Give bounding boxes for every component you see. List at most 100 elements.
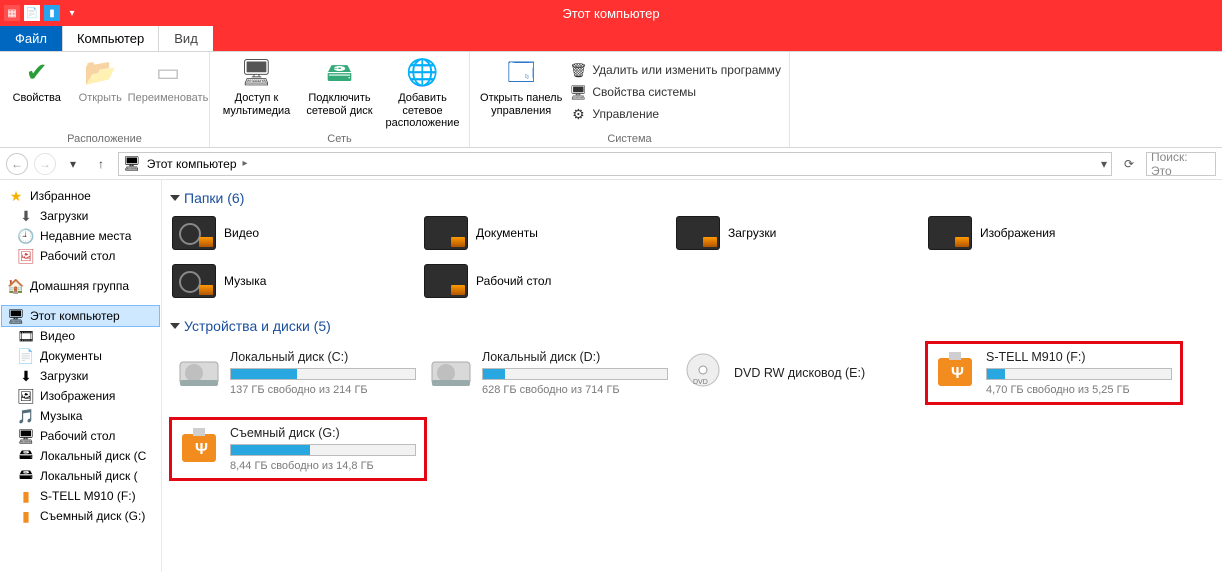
sidebar-removable-g[interactable]: ▮Съемный диск (G:) [2,506,159,526]
section-header-folders[interactable]: Папки (6) [172,190,1212,206]
control-panel-button[interactable]: 🗔 Открыть панель управления [478,56,564,117]
addnet-icon: 🌐 [406,56,440,90]
usage-bar [230,444,416,456]
drive-dvd-e[interactable]: DVD DVD RW дисковод (E:) [676,344,928,402]
pictures-icon: 🖼 [18,388,34,404]
sidebar-downloads2[interactable]: ⬇Загрузки [2,366,159,386]
navigation-bar: ← → ▾ ↑ 🖥 Этот компьютер ▸ ▾ ⟳ Поиск: Эт… [0,148,1222,180]
uninstall-button[interactable]: 🗑 Удалить или изменить программу [570,60,781,80]
collapse-icon [170,323,180,329]
add-network-location-button[interactable]: 🌐 Добавить сетевое расположение [384,56,461,130]
folder-downloads[interactable]: Загрузки [676,216,928,250]
clock-icon: 🕘 [18,228,34,244]
system-properties-button[interactable]: 🖥 Свойства системы [570,82,781,102]
sidebar-desktop[interactable]: 🖼Рабочий стол [2,246,159,266]
quick-access-toolbar: ▦ 📄 ▮ ▾ [0,5,80,21]
desktop-icon: 🖥 [18,428,34,444]
folder-video[interactable]: Видео [172,216,424,250]
thispc-icon: 🖥 [123,155,141,172]
folder-desktop[interactable]: Рабочий стол [424,264,676,298]
ribbon-tabs: Файл Компьютер Вид [0,26,1222,52]
sidebar-homegroup[interactable]: 🏠Домашняя группа [2,276,159,296]
desktop-icon: 🖼 [18,248,34,264]
breadcrumb[interactable]: Этот компьютер [147,157,237,171]
tab-computer[interactable]: Компьютер [62,25,159,51]
manage-button[interactable]: ⚙ Управление [570,104,781,124]
properties-icon: ✔ [20,56,54,90]
ribbon: ✔ Свойства 📂 Открыть ▭ Переименовать Рас… [0,52,1222,148]
qat-icon-1[interactable]: ▦ [4,5,20,21]
address-dropdown-icon[interactable]: ▾ [1101,157,1107,171]
section-header-drives[interactable]: Устройства и диски (5) [172,318,1212,334]
dvd-icon: DVD [682,350,724,390]
back-button[interactable]: ← [6,153,28,175]
properties-button[interactable]: ✔ Свойства [8,56,66,105]
hdd-icon: 🖴 [18,468,34,484]
drive-local-d[interactable]: Локальный диск (D:) 628 ГБ свободно из 7… [424,344,676,402]
download-icon: ⬇ [18,208,34,224]
sidebar-this-pc[interactable]: 🖥Этот компьютер [2,306,159,326]
search-input[interactable]: Поиск: Это [1146,152,1216,176]
star-icon: ★ [8,188,24,204]
rename-icon: ▭ [151,56,185,90]
music-icon: 🎵 [18,408,34,424]
forward-button[interactable]: → [34,153,56,175]
sidebar-downloads[interactable]: ⬇Загрузки [2,206,159,226]
folders-grid: Видео Документы Загрузки Изображения Муз… [172,216,1212,298]
usb-icon: ▮ [18,508,34,524]
collapse-icon [170,195,180,201]
tab-view[interactable]: Вид [159,25,213,51]
group-network-label: Сеть [218,131,461,145]
breadcrumb-chevron-icon[interactable]: ▸ [243,158,248,169]
folder-pictures[interactable]: Изображения [928,216,1180,250]
address-bar[interactable]: 🖥 Этот компьютер ▸ ▾ [118,152,1112,176]
rename-button[interactable]: ▭ Переименовать [135,56,201,105]
content-area: ★Избранное ⬇Загрузки 🕘Недавние места 🖼Ра… [0,180,1222,572]
sidebar-pictures[interactable]: 🖼Изображения [2,386,159,406]
sidebar-video[interactable]: 🎞Видео [2,326,159,346]
qat-icon-2[interactable]: 📄 [24,5,40,21]
up-button[interactable]: ↑ [90,153,112,175]
manage-icon: ⚙ [570,106,586,122]
group-system-label: Система [478,131,781,145]
video-icon: 🎞 [18,328,34,344]
folder-music[interactable]: Музыка [172,264,424,298]
homegroup-icon: 🏠 [8,278,24,294]
usage-bar [230,368,416,380]
hdd-icon: 🖴 [18,448,34,464]
tab-file[interactable]: Файл [0,25,62,51]
map-drive-button[interactable]: 🖴 Подключить сетевой диск [301,56,378,117]
group-network: 🖥 Доступ к мультимедиа 🖴 Подключить сете… [210,52,470,147]
media-access-button[interactable]: 🖥 Доступ к мультимедиа [218,56,295,117]
qat-icon-3[interactable]: ▮ [44,5,60,21]
sidebar-local-disk-d[interactable]: 🖴Локальный диск ( [2,466,159,486]
sidebar-local-disk-c[interactable]: 🖴Локальный диск (C [2,446,159,466]
folder-documents[interactable]: Документы [424,216,676,250]
svg-text:Ψ: Ψ [951,365,964,382]
open-icon: 📂 [83,56,117,90]
sidebar-recent[interactable]: 🕘Недавние места [2,226,159,246]
usage-bar [482,368,668,380]
sidebar-stell-f[interactable]: ▮S-TELL M910 (F:) [2,486,159,506]
usage-bar [986,368,1172,380]
sidebar-music[interactable]: 🎵Музыка [2,406,159,426]
drive-removable-g[interactable]: Ψ Съемный диск (G:) 8,44 ГБ свободно из … [172,420,424,478]
hdd-icon [178,350,220,390]
drive-stell-f[interactable]: Ψ S-TELL M910 (F:) 4,70 ГБ свободно из 5… [928,344,1180,402]
media-icon: 🖥 [240,56,274,90]
drive-local-c[interactable]: Локальный диск (C:) 137 ГБ свободно из 2… [172,344,424,402]
sidebar-desktop2[interactable]: 🖥Рабочий стол [2,426,159,446]
sidebar-documents[interactable]: 📄Документы [2,346,159,366]
qat-dropdown-icon[interactable]: ▾ [64,5,80,21]
recent-locations-button[interactable]: ▾ [62,153,84,175]
hdd-icon [430,350,472,390]
sidebar-favorites[interactable]: ★Избранное [2,186,159,206]
download-icon: ⬇ [18,368,34,384]
sysprops-icon: 🖥 [570,84,586,100]
map-drive-icon: 🖴 [323,56,357,90]
open-button[interactable]: 📂 Открыть [72,56,130,105]
group-location-label: Расположение [8,131,201,145]
group-location: ✔ Свойства 📂 Открыть ▭ Переименовать Рас… [0,52,210,147]
refresh-button[interactable]: ⟳ [1118,153,1140,175]
group-system: 🗔 Открыть панель управления 🗑 Удалить ил… [470,52,790,147]
